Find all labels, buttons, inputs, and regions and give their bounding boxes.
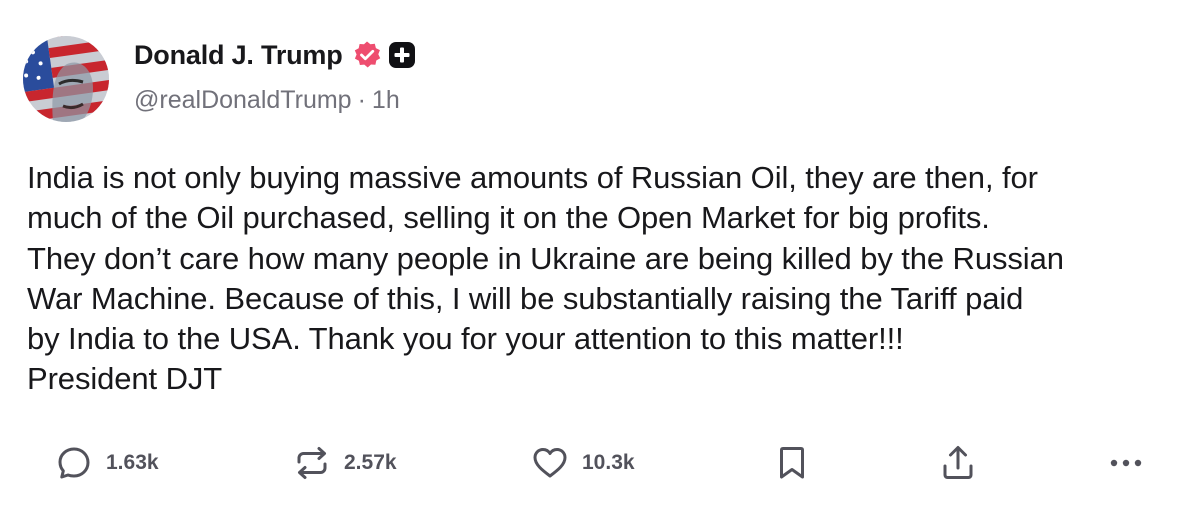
display-name[interactable]: Donald J. Trump bbox=[134, 40, 343, 71]
repost-count: 2.57k bbox=[344, 451, 397, 474]
plus-badge-icon bbox=[388, 41, 416, 69]
avatar-image bbox=[23, 36, 109, 122]
repost-button[interactable]: 2.57k bbox=[292, 438, 397, 488]
more-options-button[interactable] bbox=[1106, 438, 1146, 488]
reply-button[interactable]: 1.63k bbox=[54, 438, 159, 488]
repost-icon bbox=[297, 447, 327, 479]
share-button[interactable] bbox=[938, 438, 978, 488]
author-name-row: Donald J. Trump bbox=[134, 38, 416, 72]
like-count: 10.3k bbox=[582, 451, 635, 474]
bookmark-icon bbox=[780, 447, 804, 479]
share-icon bbox=[943, 446, 973, 479]
handle[interactable]: @realDonaldTrump bbox=[134, 86, 352, 114]
more-icon bbox=[1110, 459, 1142, 467]
reply-count: 1.63k bbox=[106, 451, 159, 474]
action-bar: 1.63k 2.57k 10.3k bbox=[0, 438, 1200, 488]
post-meta: @realDonaldTrump · 1h bbox=[134, 86, 400, 115]
post-body: India is not only buying massive amounts… bbox=[27, 160, 1064, 397]
bookmark-button[interactable] bbox=[772, 438, 812, 488]
verified-badge-icon bbox=[352, 40, 382, 70]
avatar[interactable] bbox=[23, 36, 109, 122]
like-button[interactable]: 10.3k bbox=[530, 438, 635, 488]
post-card: Donald J. Trump @realDonaldTrump · 1h Indi… bbox=[0, 0, 1200, 512]
reply-icon bbox=[58, 447, 90, 479]
meta-separator: · bbox=[357, 86, 366, 114]
timestamp[interactable]: 1h bbox=[372, 86, 400, 114]
heart-icon bbox=[533, 448, 567, 478]
